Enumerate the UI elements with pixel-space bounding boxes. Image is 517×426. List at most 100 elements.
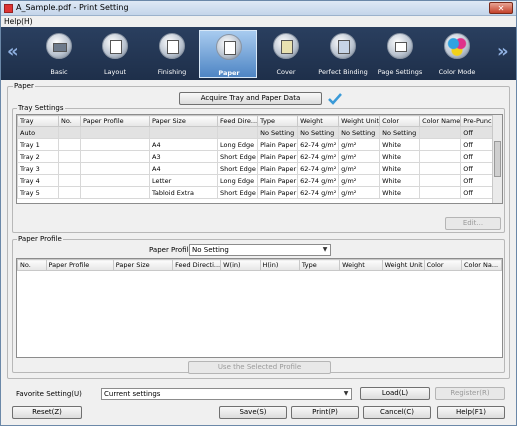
cell: A3 — [149, 150, 218, 163]
checkmark-icon — [328, 93, 342, 105]
profile-table-header: No. Paper Profile Paper Size Feed Direct… — [17, 259, 502, 271]
cell: Plain Paper — [257, 162, 299, 175]
scrollbar-thumb[interactable] — [494, 141, 501, 177]
load-button[interactable]: Load(L) — [360, 387, 430, 400]
col-header[interactable]: Paper Profile — [80, 115, 150, 127]
col-header[interactable]: No. — [58, 115, 81, 127]
col-header[interactable]: Color — [423, 259, 463, 271]
cell: Plain Paper — [257, 174, 299, 187]
col-header[interactable]: Weight — [297, 115, 340, 127]
window-title: A_Sample.pdf - Print Setting — [16, 3, 129, 12]
tab-page-settings[interactable]: Page Settings — [371, 30, 429, 78]
cell: Plain Paper — [257, 150, 299, 163]
close-button[interactable]: ✕ — [489, 2, 513, 14]
col-header[interactable]: W(in) — [220, 259, 261, 271]
favorite-setting-label: Favorite Setting(U) — [16, 390, 82, 398]
col-header[interactable]: Feed Dire... — [216, 115, 259, 127]
tab-label: Page Settings — [377, 68, 423, 76]
tab-label: Basic — [50, 68, 68, 76]
col-header[interactable]: Color Name — [419, 115, 462, 127]
col-header[interactable]: Paper Size — [112, 259, 174, 271]
cell: Long Edge — [216, 138, 259, 151]
cell: Auto — [17, 126, 59, 139]
cell — [419, 150, 462, 163]
help-button[interactable]: Help(F1) — [437, 406, 505, 419]
save-button[interactable]: Save(S) — [219, 406, 287, 419]
tab-finishing[interactable]: Finishing — [143, 30, 201, 78]
menu-help[interactable]: Help(H) — [4, 17, 33, 26]
table-row[interactable]: Tray 2 A3 Short Edge Plain Paper 62-74 g… — [17, 150, 497, 163]
col-header[interactable]: Paper Profile — [45, 259, 114, 271]
table-row[interactable]: Tray 3 A4 Short Edge Plain Paper 62-74 g… — [17, 162, 497, 175]
reset-button[interactable]: Reset(Z) — [12, 406, 82, 419]
cell: No Setting — [338, 126, 381, 139]
col-header[interactable]: Weight — [339, 259, 383, 271]
cell: No Setting — [297, 126, 340, 139]
cell — [58, 186, 81, 199]
cell: g/m² — [338, 174, 381, 187]
cell — [80, 162, 150, 175]
cell: Long Edge — [216, 174, 259, 187]
tab-paper[interactable]: Paper — [199, 30, 257, 78]
tab-cover[interactable]: Cover — [257, 30, 315, 78]
title-bar: A_Sample.pdf - Print Setting ✕ — [1, 1, 516, 16]
cancel-button[interactable]: Cancel(C) — [363, 406, 431, 419]
cell: Off — [460, 162, 497, 175]
tab-basic[interactable]: Basic — [30, 30, 88, 78]
category-toolbar: « » Basic Layout Finishing Paper Cover P… — [1, 27, 516, 80]
col-header[interactable]: No. — [17, 259, 47, 271]
favorite-setting-select[interactable]: Current settings ▼ — [101, 388, 352, 400]
col-header[interactable]: Pre-Punch — [460, 115, 497, 127]
paper-icon — [216, 34, 242, 60]
select-value: Current settings — [104, 390, 161, 398]
print-setting-window: A_Sample.pdf - Print Setting ✕ Help(H) «… — [0, 0, 517, 426]
col-header[interactable]: Weight Unit — [338, 115, 381, 127]
paper-profile-select[interactable]: No Setting ▼ — [189, 244, 331, 256]
col-header[interactable]: H(in) — [259, 259, 300, 271]
tab-label: Paper — [218, 69, 240, 77]
col-header[interactable]: Color Na... — [461, 259, 502, 271]
cell: No Setting — [257, 126, 299, 139]
tab-color-mode[interactable]: Color Mode — [428, 30, 486, 78]
scroll-left-icon[interactable]: « — [7, 41, 19, 62]
tray-table-scrollbar[interactable] — [492, 115, 502, 203]
cell — [58, 162, 81, 175]
print-button[interactable]: Print(P) — [291, 406, 359, 419]
col-header[interactable]: Feed Directi... — [172, 259, 222, 271]
cell — [80, 174, 150, 187]
tab-layout[interactable]: Layout — [86, 30, 144, 78]
tab-label: Layout — [103, 68, 127, 76]
scroll-right-icon[interactable]: » — [497, 41, 509, 62]
table-row[interactable]: Tray 4 Letter Long Edge Plain Paper 62-7… — [17, 174, 497, 187]
cell: White — [379, 186, 421, 199]
cell — [80, 150, 150, 163]
cell: Tray 1 — [17, 138, 59, 151]
cell: White — [379, 162, 421, 175]
cell: Short Edge — [216, 186, 259, 199]
cell: No Setting — [379, 126, 421, 139]
col-header[interactable]: Type — [298, 259, 341, 271]
table-row[interactable]: Tray 5 Tabloid Extra Short Edge Plain Pa… — [17, 186, 497, 199]
select-value: No Setting — [192, 246, 229, 254]
col-header[interactable]: Tray — [17, 115, 59, 127]
cell — [80, 126, 150, 139]
acquire-tray-data-button[interactable]: Acquire Tray and Paper Data — [179, 92, 322, 105]
cell — [149, 126, 218, 139]
table-row[interactable]: Auto No Setting No Setting No Setting No… — [17, 126, 497, 139]
cell — [58, 126, 81, 139]
tab-perfect-binding[interactable]: Perfect Binding — [314, 30, 372, 78]
col-header[interactable]: Paper Size — [149, 115, 218, 127]
col-header[interactable]: Weight Unit — [381, 259, 425, 271]
cell: Tray 5 — [17, 186, 59, 199]
col-header[interactable]: Color — [379, 115, 421, 127]
tab-label: Finishing — [157, 68, 187, 76]
page-settings-icon — [387, 33, 413, 59]
table-row[interactable]: Tray 1 A4 Long Edge Plain Paper 62-74 g/… — [17, 138, 497, 151]
cell — [419, 138, 462, 151]
cell: Off — [460, 174, 497, 187]
use-selected-profile-button[interactable]: Use the Selected Profile — [188, 361, 331, 374]
edit-button[interactable]: Edit... — [445, 217, 501, 230]
cell: 62-74 g/m² — [297, 174, 340, 187]
register-button[interactable]: Register(R) — [435, 387, 505, 400]
col-header[interactable]: Type — [257, 115, 299, 127]
